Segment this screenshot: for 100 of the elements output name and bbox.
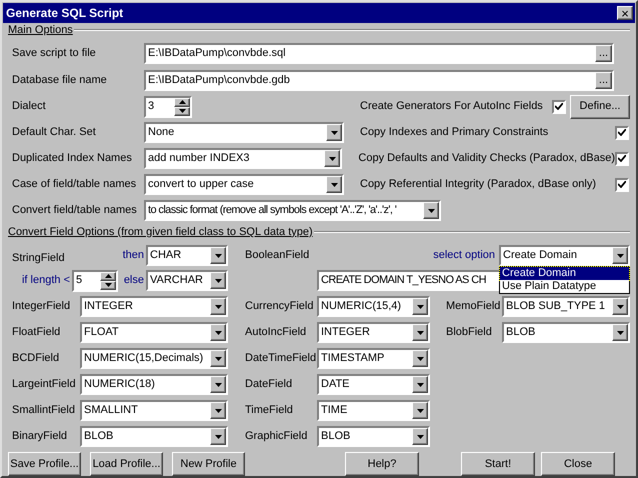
checkbox-label: Create Generators For AutoInc Fields	[360, 99, 544, 114]
caret-icon	[428, 208, 434, 212]
checkbox-label: Copy Referential Integrity (Paradox, dBase only)	[360, 177, 598, 192]
profile-button[interactable]: Load Profile...	[90, 452, 163, 476]
dropdown-button[interactable]	[210, 272, 226, 289]
field-label: AutoIncField	[245, 325, 308, 340]
dropdown-button[interactable]	[210, 428, 226, 445]
dropdown-button[interactable]	[612, 298, 628, 315]
spin-buttons[interactable]	[100, 272, 116, 290]
field-label: then	[122, 248, 145, 264]
checkbox-label: Copy Indexes and Primary Constraints	[360, 125, 550, 140]
caret-icon	[214, 434, 222, 438]
browse-button[interactable]: ...	[595, 45, 612, 62]
dropdown-field[interactable]: VARCHAR	[146, 270, 228, 291]
dropdown-button[interactable]	[412, 428, 428, 445]
dropdown-field[interactable]: SMALLINT	[80, 400, 228, 421]
checkbox[interactable]	[615, 178, 629, 192]
dropdown-button[interactable]	[210, 247, 226, 264]
browse-button[interactable]: ...	[595, 72, 612, 89]
dropdown-button[interactable]	[612, 324, 628, 341]
dropdown-field[interactable]: add number INDEX3	[144, 148, 342, 169]
close-button[interactable]: ×	[617, 6, 633, 20]
dropdown-field[interactable]: CHAR	[146, 245, 228, 266]
dropdown-button[interactable]	[412, 324, 428, 341]
field-label: DateTimeField	[245, 351, 317, 366]
spin-field[interactable]: 5	[72, 270, 118, 292]
field-label: Convert field/table names	[12, 203, 138, 218]
dropdown-field[interactable]: INTEGER	[80, 296, 228, 317]
dropdown-button[interactable]	[210, 324, 226, 341]
dropdown-button[interactable]	[612, 247, 628, 264]
dropdown-button[interactable]	[324, 150, 340, 167]
dropdown-field[interactable]: TIMESTAMP	[317, 348, 430, 369]
dropdown-field[interactable]: NUMERIC(15,Decimals)	[80, 348, 228, 369]
dropdown-field[interactable]: BLOB	[80, 426, 228, 447]
caret-icon	[416, 408, 424, 412]
dropdown-button[interactable]	[412, 298, 428, 315]
dropdown-field[interactable]: convert to upper case	[144, 174, 344, 195]
checkbox-label: Copy Defaults and Validity Checks (Paradox, dBase)	[358, 151, 615, 166]
spin-buttons[interactable]	[174, 98, 190, 116]
dropdown-option[interactable]: Create Domain	[500, 267, 629, 280]
field-label: Duplicated Index Names	[12, 151, 133, 166]
field-label: BinaryField	[12, 429, 68, 444]
define-button[interactable]: Define...	[570, 94, 630, 118]
field-label: Database file name	[12, 73, 108, 88]
dropdown-field[interactable]: DATE	[317, 374, 430, 395]
dropdown-field[interactable]: NUMERIC(15,4)	[317, 296, 430, 317]
caret-icon	[416, 382, 424, 386]
dropdown-button[interactable]	[326, 176, 342, 193]
action-button[interactable]: Start!	[461, 452, 535, 476]
input-field[interactable]: E:\IBDataPump\convbde.sql ...	[144, 43, 614, 64]
check-icon	[618, 181, 626, 188]
caret-icon	[616, 254, 624, 258]
dropdown-field[interactable]: NUMERIC(18)	[80, 374, 228, 395]
profile-button[interactable]: New Profile	[172, 452, 245, 476]
field-label: Case of field/table names	[12, 177, 138, 192]
caret-icon	[214, 330, 222, 334]
dropdown-button[interactable]	[412, 376, 428, 393]
help-button[interactable]: Help?	[345, 452, 419, 476]
dropdown-field[interactable]: to classic format (remove all symbols except 'A'..'Z', 'a'..'z', '	[144, 200, 441, 221]
dropdown-field[interactable]: TIME	[317, 400, 430, 421]
dropdown-button[interactable]	[423, 202, 439, 219]
window-title: Generate SQL Script	[6, 5, 124, 22]
dropdown-button[interactable]	[210, 350, 226, 367]
dropdown-field[interactable]: BLOB	[502, 322, 630, 343]
field-label: Dialect	[12, 99, 47, 114]
checkbox[interactable]	[552, 100, 566, 114]
dropdown-button[interactable]	[412, 402, 428, 419]
caret-icon	[416, 434, 424, 438]
section-title: Convert Field Options (from given field class to SQL data type)	[8, 224, 313, 240]
field-label: GraphicField	[245, 429, 308, 444]
section-title: Main Options	[8, 22, 73, 38]
caret-icon	[214, 304, 222, 308]
input-field[interactable]: E:\IBDataPump\convbde.gdb ...	[144, 70, 614, 91]
dropdown-button[interactable]	[210, 298, 226, 315]
dropdown-field[interactable]: BLOB SUB_TYPE 1	[502, 296, 630, 317]
caret-icon	[214, 408, 222, 412]
spin-field[interactable]: 3	[144, 96, 192, 118]
caret-icon	[214, 356, 222, 360]
dropdown-field[interactable]: INTEGER	[317, 322, 430, 343]
field-label: LargeintField	[12, 377, 77, 392]
field-label: BCDField	[12, 351, 60, 366]
checkbox[interactable]	[615, 152, 629, 166]
dropdown-button[interactable]	[210, 376, 226, 393]
dropdown-button[interactable]	[326, 124, 342, 141]
field-label: select option	[432, 248, 496, 264]
field-label: DateField	[245, 377, 294, 392]
dropdown-field[interactable]: Create Domain	[499, 245, 630, 266]
dropdown-field[interactable]: None	[144, 122, 344, 143]
dropdown-field[interactable]: FLOAT	[80, 322, 228, 343]
dropdown-field[interactable]: BLOB	[317, 426, 430, 447]
dropdown-button[interactable]	[210, 402, 226, 419]
field-label: SmallintField	[12, 403, 76, 418]
profile-button[interactable]: Save Profile...	[8, 452, 81, 476]
checkbox[interactable]	[615, 126, 629, 140]
check-icon	[618, 129, 626, 136]
caret-icon	[214, 254, 222, 258]
caret-icon	[214, 278, 222, 282]
caret-icon	[416, 356, 424, 360]
action-button[interactable]: Close	[541, 452, 615, 476]
dropdown-button[interactable]	[412, 350, 428, 367]
